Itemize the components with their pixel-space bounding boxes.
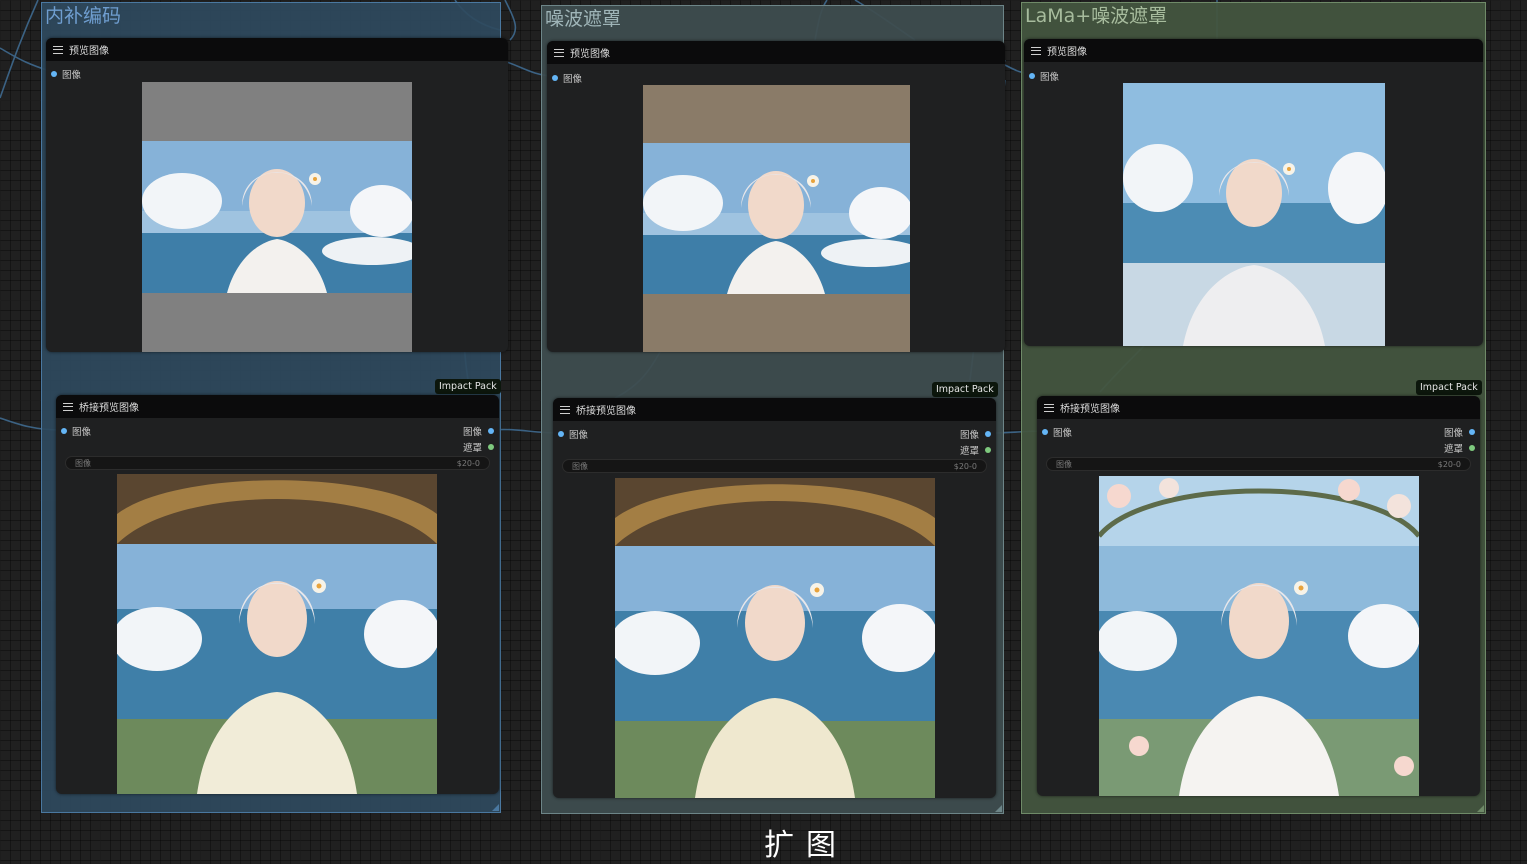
slot-dot[interactable] [985, 447, 991, 453]
slot-dot[interactable] [985, 431, 991, 437]
slot-dot[interactable] [1469, 445, 1475, 451]
node-header[interactable]: 桥接预览图像 [56, 395, 499, 418]
node-title: 预览图像 [570, 49, 610, 60]
bridge-preview-image [615, 478, 935, 798]
slot-label: 图像 [1040, 72, 1060, 83]
bridge-preview-node[interactable]: 桥接预览图像 图像 图像 遮罩 图像 $20-0 [553, 398, 996, 798]
slot-label: 图像 [72, 427, 92, 438]
node-title: 预览图像 [1047, 47, 1087, 58]
menu-icon[interactable] [63, 402, 73, 411]
slot-dot[interactable] [51, 71, 57, 77]
input-slot-image[interactable]: 图像 [1042, 425, 1072, 439]
slot-label: 图像 [563, 74, 583, 85]
slot-label: 遮罩 [1443, 444, 1463, 455]
node-title: 桥接预览图像 [79, 403, 139, 414]
canvas-caption: 扩图 [764, 828, 848, 863]
preview-image-node[interactable]: 预览图像 图像 [547, 41, 1005, 352]
node-header[interactable]: 桥接预览图像 [1037, 396, 1480, 419]
slot-label: 图像 [1053, 428, 1073, 439]
preview-image-node[interactable]: 预览图像 图像 [46, 38, 508, 352]
preview-image [643, 85, 910, 352]
preview-image-node[interactable]: 预览图像 图像 [1024, 39, 1483, 346]
slot-dot[interactable] [552, 75, 558, 81]
slot-dot[interactable] [1469, 429, 1475, 435]
preview-image [142, 82, 412, 352]
group-title: 噪波遮罩 [545, 8, 622, 30]
input-slot-image[interactable]: 图像 [1029, 69, 1059, 83]
impact-pack-badge: Impact Pack [435, 379, 501, 394]
input-slot-image[interactable]: 图像 [552, 71, 582, 85]
group-resize-handle[interactable] [1477, 805, 1484, 812]
image-widget[interactable]: 图像 $20-0 [1046, 457, 1471, 471]
widget-value: $20-0 [1437, 459, 1461, 469]
output-slot-mask[interactable]: 遮罩 [960, 443, 991, 457]
widget-label: 图像 [1056, 459, 1072, 469]
image-widget[interactable]: 图像 $20-0 [65, 456, 490, 470]
slot-label: 图像 [569, 430, 589, 441]
node-title: 桥接预览图像 [1060, 404, 1120, 415]
impact-pack-badge: Impact Pack [932, 382, 998, 397]
slot-dot[interactable] [558, 431, 564, 437]
widget-value: $20-0 [456, 458, 480, 468]
menu-icon[interactable] [554, 48, 564, 57]
impact-pack-badge: Impact Pack [1416, 380, 1482, 395]
menu-icon[interactable] [53, 45, 63, 54]
output-slot-mask[interactable]: 遮罩 [463, 440, 494, 454]
bridge-preview-node[interactable]: 桥接预览图像 图像 图像 遮罩 图像 $20-0 [56, 395, 499, 794]
group-resize-handle[interactable] [995, 805, 1002, 812]
slot-dot[interactable] [1029, 73, 1035, 79]
menu-icon[interactable] [560, 405, 570, 414]
group-resize-handle[interactable] [492, 804, 499, 811]
output-slot-image[interactable]: 图像 [1444, 425, 1475, 439]
group-title: LaMa+噪波遮罩 [1025, 5, 1168, 27]
slot-dot[interactable] [1042, 429, 1048, 435]
node-header[interactable]: 桥接预览图像 [553, 398, 996, 421]
output-slot-mask[interactable]: 遮罩 [1444, 441, 1475, 455]
input-slot-image[interactable]: 图像 [61, 424, 91, 438]
slot-label: 遮罩 [462, 443, 482, 454]
output-slot-image[interactable]: 图像 [960, 427, 991, 441]
slot-dot[interactable] [61, 428, 67, 434]
node-header[interactable]: 预览图像 [1024, 39, 1483, 62]
slot-label: 图像 [462, 427, 482, 438]
node-header[interactable]: 预览图像 [46, 38, 508, 61]
output-slot-image[interactable]: 图像 [463, 424, 494, 438]
node-title: 预览图像 [69, 46, 109, 57]
slot-dot[interactable] [488, 444, 494, 450]
widget-label: 图像 [75, 458, 91, 468]
bridge-preview-image [1099, 476, 1419, 796]
slot-label: 图像 [1443, 428, 1463, 439]
input-slot-image[interactable]: 图像 [51, 67, 81, 81]
node-header[interactable]: 预览图像 [547, 41, 1005, 64]
widget-value: $20-0 [953, 461, 977, 471]
bridge-preview-node[interactable]: 桥接预览图像 图像 图像 遮罩 图像 $20-0 [1037, 396, 1480, 796]
node-title: 桥接预览图像 [576, 406, 636, 417]
slot-label: 图像 [959, 430, 979, 441]
slot-dot[interactable] [488, 428, 494, 434]
slot-label: 遮罩 [959, 446, 979, 457]
slot-label: 图像 [62, 70, 82, 81]
input-slot-image[interactable]: 图像 [558, 427, 588, 441]
menu-icon[interactable] [1044, 403, 1054, 412]
image-widget[interactable]: 图像 $20-0 [562, 459, 987, 473]
bridge-preview-image [117, 474, 437, 794]
menu-icon[interactable] [1031, 46, 1041, 55]
widget-label: 图像 [572, 461, 588, 471]
preview-image [1123, 83, 1385, 346]
group-title: 内补编码 [45, 5, 122, 27]
